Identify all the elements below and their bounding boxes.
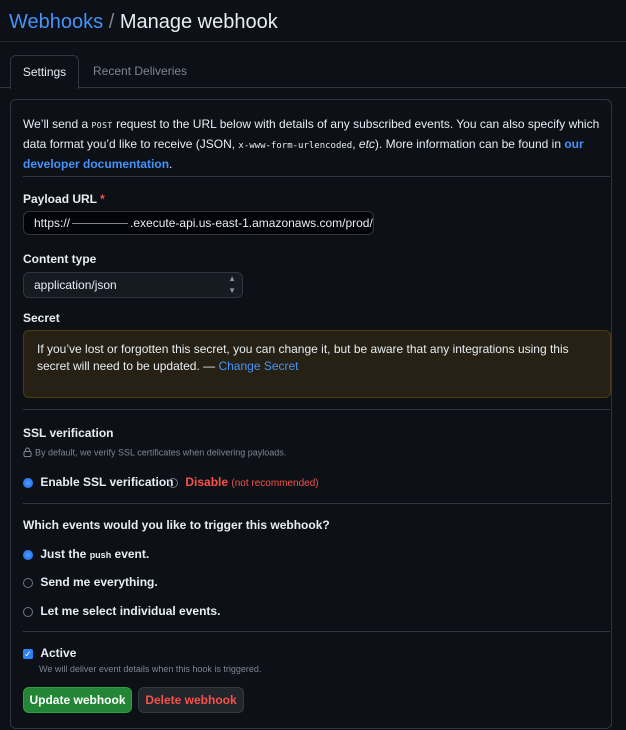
event-push-text-b: event. [111, 547, 150, 561]
payload-url-label: Payload URL * [23, 192, 105, 206]
divider [23, 631, 610, 632]
event-option-everything[interactable]: Send me everything. [23, 575, 158, 589]
ssl-disable-radio[interactable] [168, 477, 178, 488]
payload-url-prefix: https:// [34, 216, 71, 230]
tab-settings[interactable]: Settings [10, 55, 79, 89]
ssl-note: By default, we verify SSL certificates w… [23, 447, 286, 459]
event-push-text-a: Just the [40, 547, 90, 561]
content-type-value: application/json [34, 278, 117, 292]
active-note: We will deliver event details when this … [39, 664, 262, 674]
event-option-push[interactable]: Just the push event. [23, 547, 149, 561]
active-checkbox[interactable]: ✓ [23, 648, 33, 659]
divider [23, 409, 610, 410]
update-webhook-button[interactable]: Update webhook [23, 687, 132, 713]
event-everything-label: Send me everything. [40, 575, 158, 589]
payload-url-input[interactable]: https:// .execute-api.us-east-1.amazonaws… [23, 211, 374, 235]
ssl-enable-option[interactable]: Enable SSL verification [23, 475, 174, 489]
event-option-individual[interactable]: Let me select individual events. [23, 604, 220, 618]
breadcrumb-separator: / [108, 11, 115, 33]
redacted-segment [72, 223, 129, 225]
event-individual-label: Let me select individual events. [40, 604, 221, 618]
active-label: Active [40, 646, 77, 660]
intro-text-4: ). More information can be found in [374, 137, 565, 151]
intro-text-3: , [352, 137, 359, 151]
event-individual-radio[interactable] [23, 606, 33, 617]
ssl-disable-label: Disable [185, 475, 229, 489]
active-option[interactable]: ✓ Active [23, 646, 76, 660]
header-divider [0, 41, 626, 42]
ssl-disable-note: (not recommended) [231, 478, 319, 489]
required-mark: * [100, 192, 105, 206]
event-push-word: push [89, 550, 112, 560]
divider [23, 503, 610, 504]
ssl-enable-label: Enable SSL verification [40, 475, 174, 489]
intro-text-5: . [169, 157, 173, 171]
intro-method: POST [91, 121, 113, 130]
event-everything-radio[interactable] [23, 577, 33, 588]
lock-icon [23, 447, 32, 459]
secret-warning-box: If you’ve lost or forgotten this secret,… [23, 330, 611, 398]
breadcrumb-current: Manage webhook [119, 11, 278, 33]
divider [23, 176, 610, 177]
ssl-enable-radio[interactable] [23, 477, 33, 488]
breadcrumb-webhooks-link[interactable]: Webhooks [9, 11, 103, 33]
select-arrows-icon: ▲ ▼ [228, 274, 236, 295]
change-secret-link[interactable]: Change Secret [218, 359, 298, 373]
payload-url-label-text: Payload URL [23, 192, 97, 206]
tab-bar-line [0, 87, 626, 88]
intro-format: x-www-form-urlencoded [238, 141, 353, 151]
intro-text: We’ll send a POST request to the URL bel… [23, 115, 603, 173]
payload-url-suffix: .execute-api.us-east-1.amazonaws.com/pro… [130, 216, 374, 230]
events-question: Which events would you like to trigger t… [23, 518, 330, 532]
tab-bar: Settings Recent Deliveries [0, 55, 626, 89]
ssl-label: SSL verification [23, 426, 114, 440]
event-push-label: Just the push event. [40, 547, 149, 561]
intro-text-1: We’ll send a [23, 117, 92, 131]
ssl-note-text: By default, we verify SSL certificates w… [35, 447, 287, 458]
settings-panel: We’ll send a POST request to the URL bel… [10, 99, 612, 729]
content-type-select[interactable]: application/json ▲ ▼ [23, 272, 243, 298]
secret-message: If you’ve lost or forgotten this secret,… [37, 342, 569, 373]
tab-recent-deliveries[interactable]: Recent Deliveries [93, 55, 187, 87]
content-type-label: Content type [23, 252, 97, 266]
ssl-disable-option[interactable]: Disable (not recommended) [168, 475, 319, 489]
event-push-radio[interactable] [23, 549, 33, 560]
secret-label: Secret [23, 311, 60, 325]
delete-webhook-button[interactable]: Delete webhook [138, 687, 244, 713]
intro-etc: etc [358, 137, 375, 151]
page-title: Webhooks / Manage webhook [9, 9, 278, 35]
